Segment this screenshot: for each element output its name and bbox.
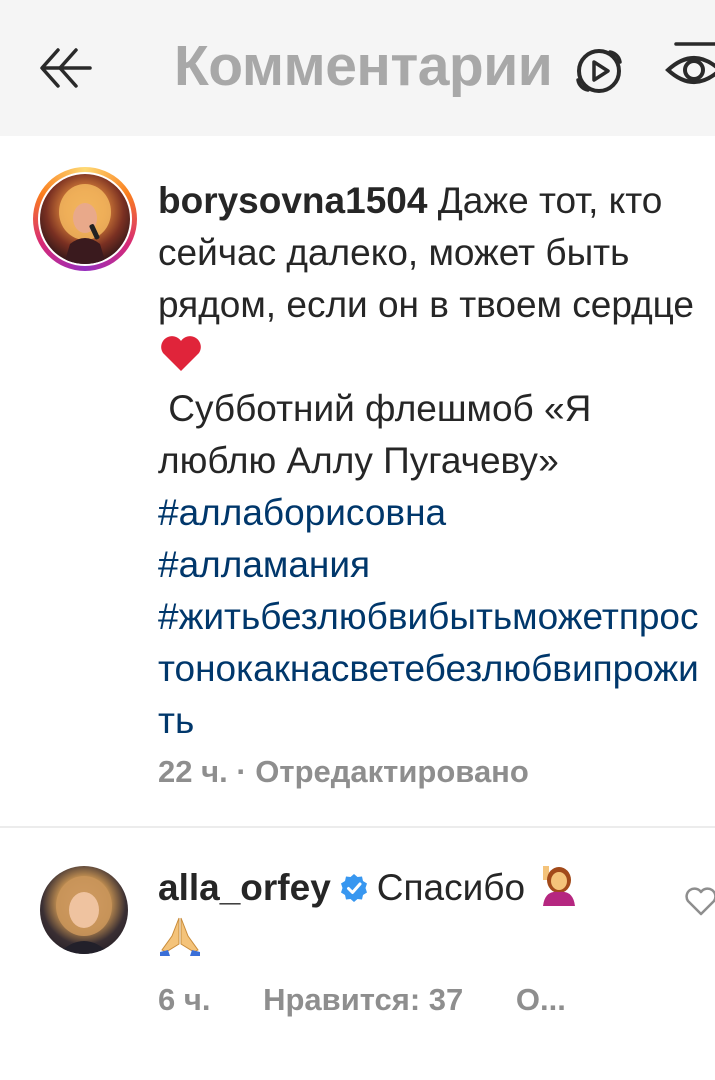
like-heart-icon[interactable] (684, 887, 715, 917)
comment-meta: 6 ч. Нравится: 37 О... (158, 982, 610, 1018)
top-bar: Комментарии (0, 0, 715, 136)
red-heart-icon (161, 336, 201, 371)
back-icon[interactable] (36, 44, 92, 92)
reply-button[interactable]: О... (516, 982, 566, 1017)
page-title: Комментарии (174, 34, 553, 98)
comment-time: 22 ч. (158, 754, 228, 789)
comment-text: Спасибо (376, 867, 526, 908)
comment-body: alla_orfey Спасибо (158, 862, 678, 966)
hashtag-link[interactable]: #аллаборисовна (158, 487, 703, 539)
eye-icon[interactable] (664, 40, 715, 96)
edited-label: · Отредактировано (236, 754, 529, 789)
comment-body: borysovna1504 Даже тот, кто сейчас далек… (158, 175, 703, 747)
comment-meta: 22 ч. · Отредактировано (158, 754, 529, 790)
avatar[interactable] (40, 174, 130, 264)
folded-hands-icon (160, 917, 200, 956)
hashtag-link[interactable]: #житьбезлюбвибытьможетпростонокакнасвете… (158, 591, 703, 747)
comment-username[interactable]: borysovna1504 (158, 180, 427, 221)
reaction-icon[interactable] (572, 44, 626, 98)
comment-time: 6 ч. (158, 982, 211, 1017)
avatar-photo (56, 876, 112, 954)
likes-count[interactable]: Нравится: 37 (263, 982, 463, 1017)
comment-text: Субботний флешмоб «Я люблю Аллу Пугачеву… (158, 388, 592, 481)
comment-username[interactable]: alla_orfey (158, 867, 331, 908)
verified-badge-icon (340, 874, 367, 902)
avatar-photo (59, 184, 111, 264)
divider (0, 826, 715, 828)
hashtag-link[interactable]: #алламания (158, 539, 703, 591)
person-raising-hand-icon (543, 866, 576, 906)
avatar[interactable] (40, 866, 128, 954)
